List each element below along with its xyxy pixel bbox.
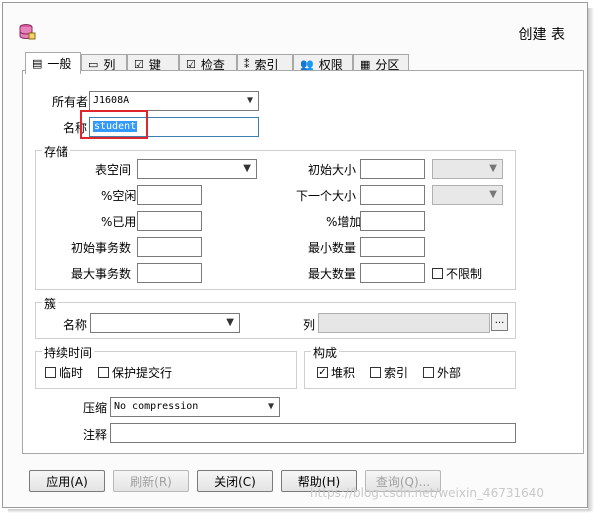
- cluster-name-select[interactable]: ▼: [90, 313, 240, 333]
- title-bar: 创建 表: [3, 3, 587, 51]
- window-shadow-right: [588, 8, 594, 511]
- checkbox-box: [432, 268, 443, 279]
- cluster-columns-input[interactable]: [318, 313, 490, 333]
- organization-title: 构成: [311, 344, 340, 361]
- checkbox-box: [98, 367, 109, 378]
- temporary-checkbox[interactable]: 临时: [45, 364, 83, 381]
- storage-title: 存储: [42, 143, 71, 160]
- pctincrease-input[interactable]: [360, 211, 425, 231]
- duration-title: 持续时间: [42, 344, 95, 361]
- compression-select[interactable]: No compression ▼: [110, 397, 280, 417]
- pctused-input[interactable]: [137, 211, 202, 231]
- cluster-columns-label: 列: [303, 318, 316, 332]
- annotation-highlight: [80, 110, 148, 139]
- tablespace-select[interactable]: ▼: [137, 159, 257, 179]
- heap-checkbox[interactable]: ✓ 堆积: [317, 364, 355, 381]
- initial-size-unit-select[interactable]: ▼: [432, 159, 503, 179]
- maxextents-label: 最大数量: [308, 267, 357, 281]
- owner-select[interactable]: J1608A ▼: [89, 91, 259, 111]
- partition-icon: ▦: [360, 57, 371, 71]
- initial-size-input[interactable]: [360, 159, 425, 179]
- chevron-down-icon: ▼: [489, 189, 497, 200]
- watermark-text: https://blog.csdn.net/weixin_46731640: [310, 486, 545, 500]
- checkbox-box: [370, 367, 381, 378]
- chevron-down-icon: ▼: [243, 163, 251, 174]
- initial-size-label: 初始大小: [308, 163, 357, 177]
- tablespace-label: 表空间: [95, 163, 132, 177]
- maxtrans-input[interactable]: [137, 263, 202, 283]
- checkbox-box: [45, 367, 56, 378]
- window-title: 创建 表: [518, 27, 565, 43]
- initrans-label: 初始事务数: [71, 241, 132, 255]
- refresh-button[interactable]: 刷新(R): [113, 470, 189, 492]
- chevron-down-icon: ▼: [246, 95, 253, 106]
- compression-value: No compression: [114, 401, 199, 412]
- next-size-unit-select[interactable]: ▼: [432, 185, 503, 205]
- preserve-rows-checkbox[interactable]: 保护提交行: [98, 364, 172, 381]
- comment-label: 注释: [83, 428, 108, 442]
- users-icon: 👥: [300, 57, 314, 71]
- keys-icon: ☑: [134, 57, 144, 71]
- compression-label: 压缩: [83, 401, 108, 415]
- columns-icon: ▭: [88, 57, 99, 71]
- minextents-input[interactable]: [360, 237, 425, 257]
- checkbox-box: [423, 367, 434, 378]
- cluster-name-label: 名称: [63, 318, 88, 332]
- external-checkbox[interactable]: 外部: [423, 364, 461, 381]
- pctfree-input[interactable]: [137, 185, 202, 205]
- apply-button[interactable]: 应用(A): [29, 470, 105, 492]
- unlimited-checkbox[interactable]: 不限制: [432, 265, 482, 282]
- index-icon: ⁑: [244, 57, 250, 71]
- cluster-title: 簇: [42, 295, 59, 312]
- general-icon: ▤: [32, 57, 43, 70]
- maxtrans-label: 最大事务数: [71, 267, 132, 281]
- pctincrease-label: %增加: [326, 215, 362, 229]
- minextents-label: 最小数量: [308, 241, 357, 255]
- cluster-columns-browse-button[interactable]: ...: [491, 313, 508, 331]
- initrans-input[interactable]: [137, 237, 202, 257]
- next-size-input[interactable]: [360, 185, 425, 205]
- next-size-label: 下一个大小: [296, 189, 357, 203]
- tab-general[interactable]: ▤ 一般: [25, 52, 81, 74]
- check-icon: ☑: [186, 57, 196, 71]
- chevron-down-icon: ▼: [267, 401, 274, 412]
- owner-value: J1608A: [93, 95, 130, 106]
- comment-input[interactable]: [110, 423, 516, 443]
- index-organized-checkbox[interactable]: 索引: [370, 364, 408, 381]
- database-icon: [19, 24, 36, 40]
- window-shadow-bottom: [8, 509, 590, 513]
- chevron-down-icon: ▼: [489, 163, 497, 174]
- chevron-down-icon: ▼: [226, 317, 234, 328]
- checkmark-icon: ✓: [317, 366, 328, 378]
- close-button[interactable]: 关闭(C): [197, 470, 273, 492]
- pctfree-label: %空闲: [101, 189, 137, 203]
- owner-label: 所有者: [52, 95, 89, 109]
- pctused-label: %已用: [101, 215, 137, 229]
- maxextents-input[interactable]: [360, 263, 425, 283]
